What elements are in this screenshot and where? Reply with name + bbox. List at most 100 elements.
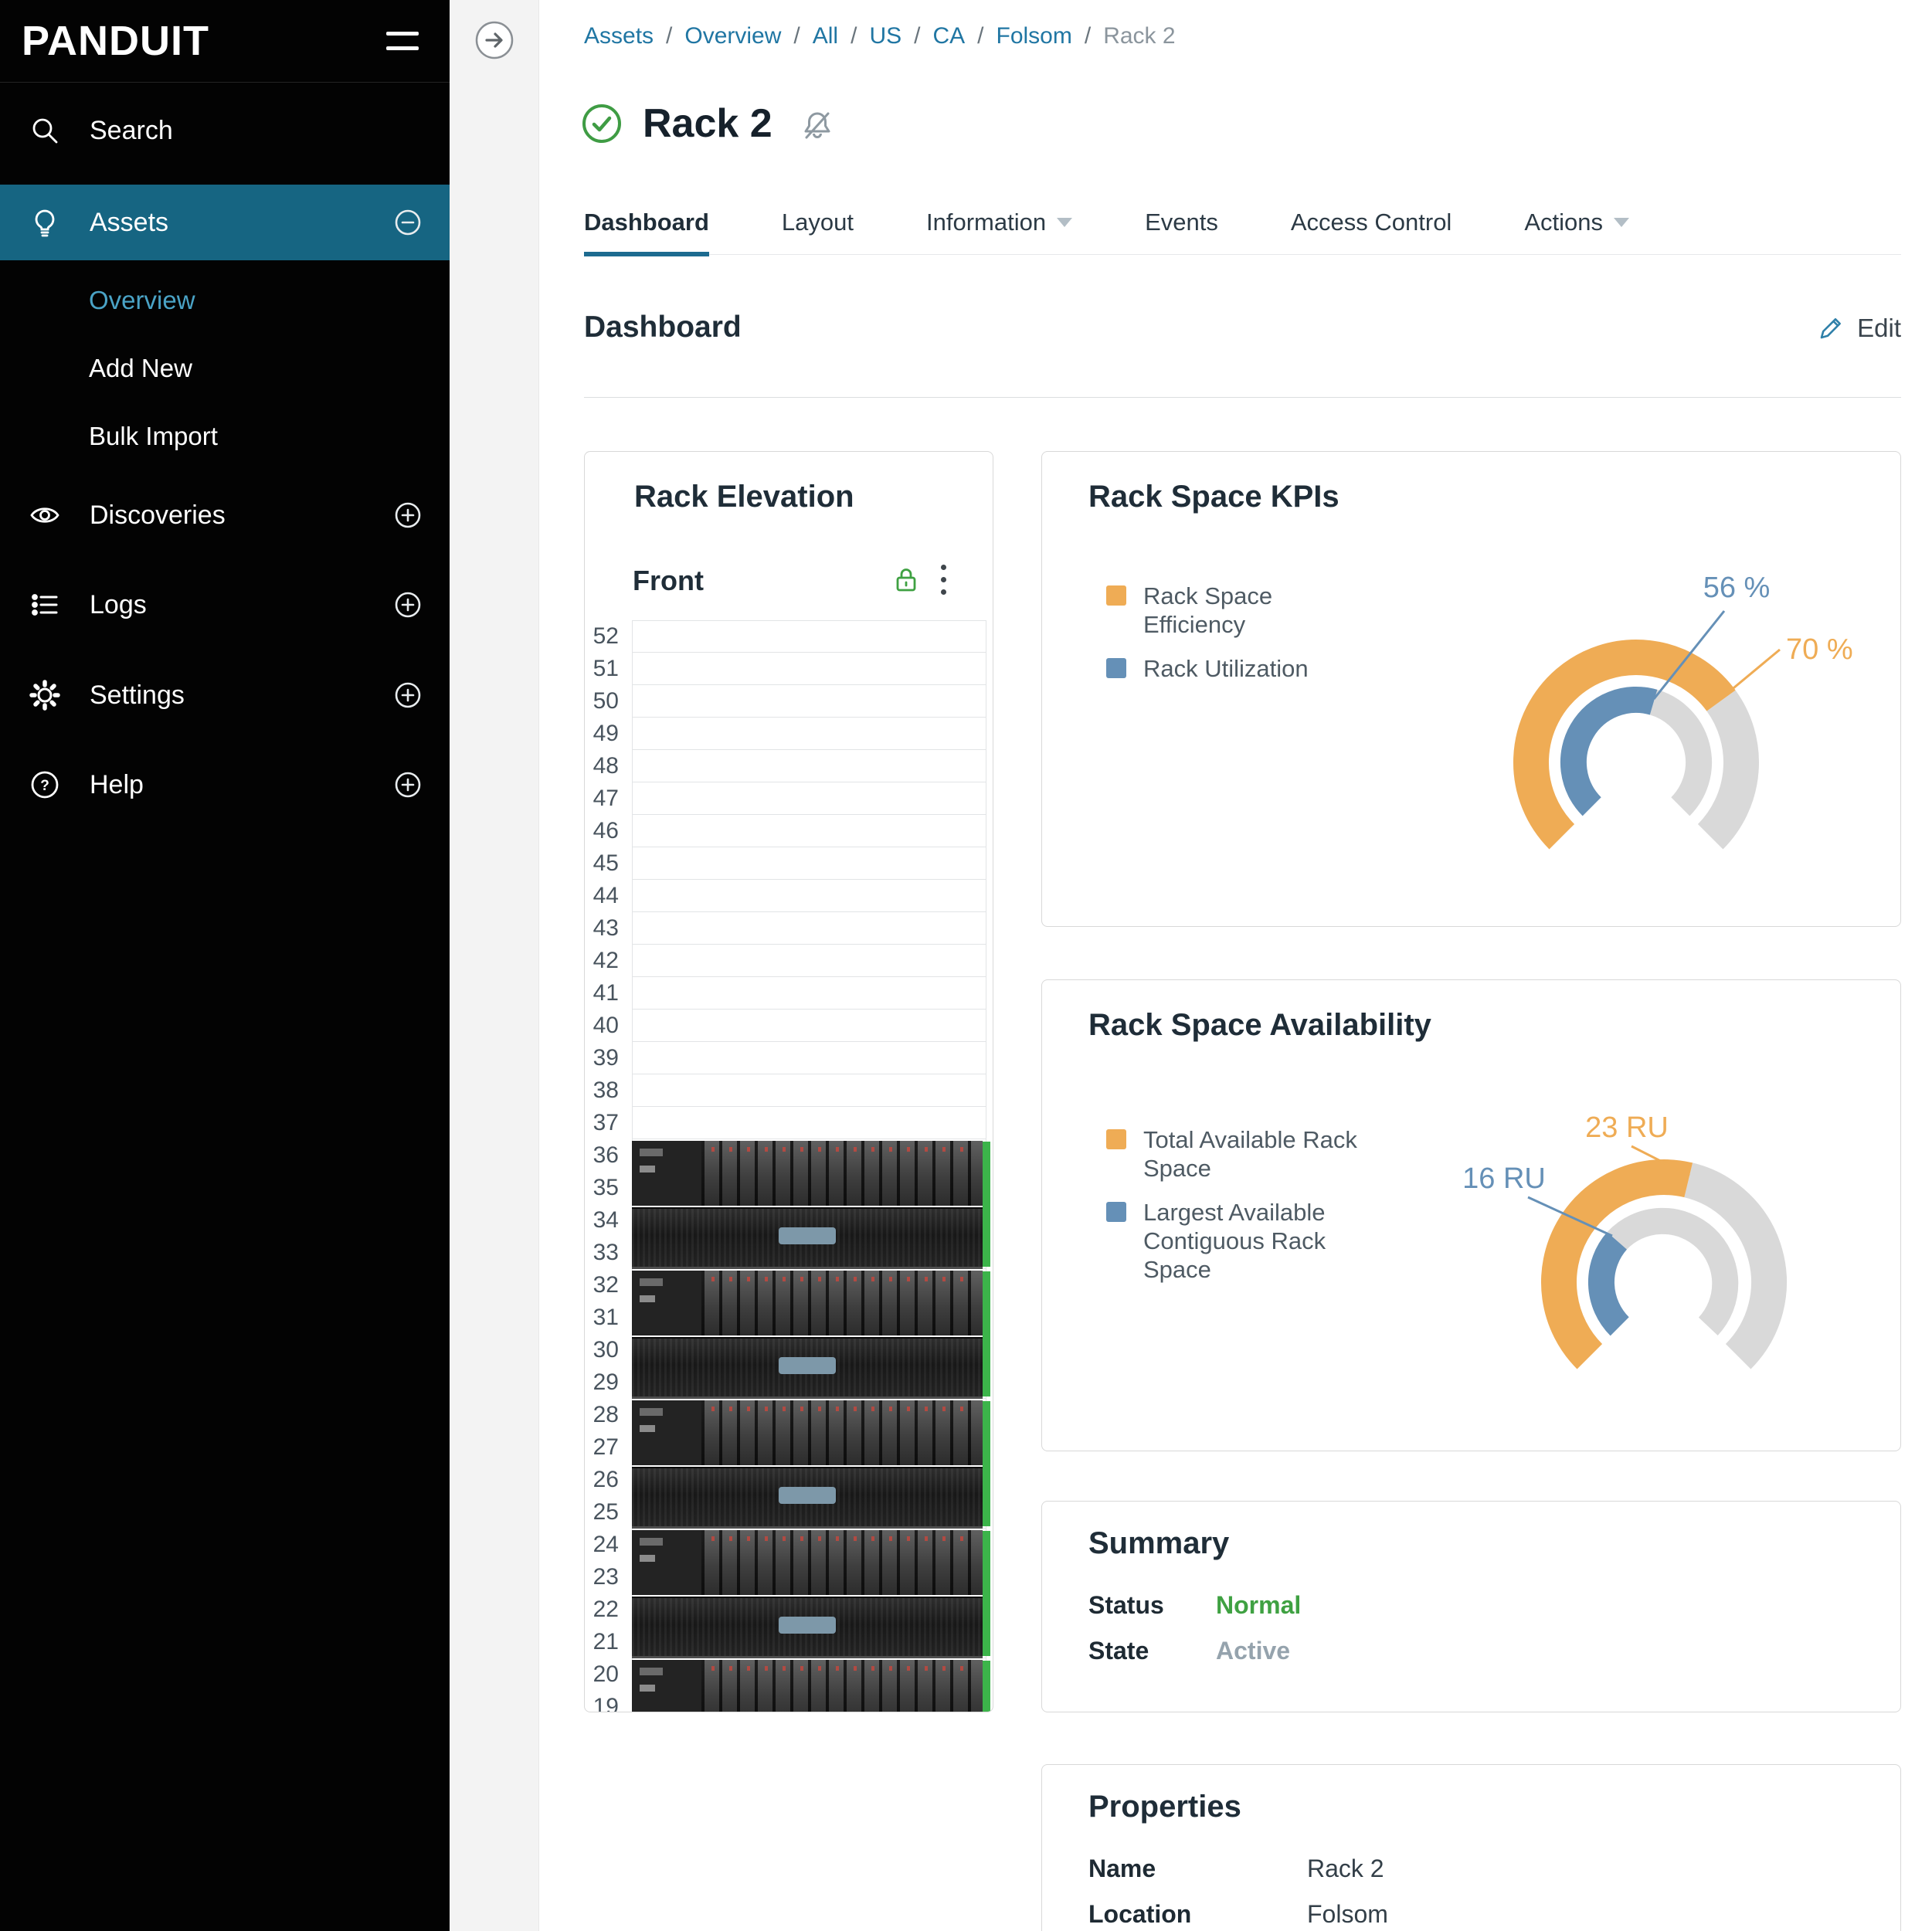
edit-label: Edit [1857, 314, 1901, 343]
server-status-strip [983, 1661, 990, 1712]
ru-number: 51 [585, 653, 623, 685]
server-unit-ru24[interactable] [632, 1529, 990, 1658]
legend-swatch-orange [1106, 1129, 1126, 1149]
ru-number: 39 [585, 1042, 623, 1074]
breadcrumb-link-all[interactable]: All [813, 23, 838, 49]
breadcrumb-separator: / [914, 23, 920, 49]
ru-number: 21 [585, 1626, 623, 1658]
server-status-strip [983, 1142, 990, 1267]
sidebar: PANDUIT Search Assets Overview Add New B… [0, 0, 450, 1931]
rack-space-kpis-gauge: 56 % 70 % [1404, 546, 1874, 917]
ru-number: 50 [585, 685, 623, 718]
location-value: Folsom [1307, 1902, 1388, 1927]
ru-number: 46 [585, 815, 623, 847]
legend-swatch-blue [1106, 658, 1126, 678]
legend-row: Largest Available Contiguous Rack Space [1106, 1198, 1375, 1284]
summary-row-state: State Active [1088, 1638, 1301, 1664]
rack-space-kpis-card: Rack Space KPIs Rack Space Efficiency Ra… [1041, 451, 1901, 927]
server-unit-ru32[interactable] [632, 1269, 990, 1399]
card-title: Summary [1088, 1526, 1229, 1561]
server-bezel [632, 1467, 983, 1529]
breadcrumb-link-ca[interactable]: CA [932, 23, 965, 49]
rack-space-kpis-gauge-outer-label: 70 % [1786, 633, 1853, 666]
expand-circle-icon[interactable] [392, 680, 423, 711]
server-unit-ru20[interactable] [632, 1658, 990, 1712]
help-icon: ? [29, 769, 60, 800]
breadcrumb-link-folsom[interactable]: Folsom [997, 23, 1072, 49]
sidebar-item-search[interactable]: Search [0, 97, 450, 165]
tab-events[interactable]: Events [1145, 190, 1218, 254]
sidebar-item-help[interactable]: ? Help [0, 751, 450, 819]
ru-number: 27 [585, 1431, 623, 1464]
server-status-strip [983, 1401, 990, 1526]
server-unit-ru28[interactable] [632, 1399, 990, 1529]
ru-number: 24 [585, 1529, 623, 1561]
sidebar-subitem-add-new[interactable]: Add New [0, 334, 450, 402]
kebab-menu-icon[interactable] [939, 565, 948, 595]
breadcrumb-separator: / [977, 23, 983, 49]
chevron-down-icon [1614, 218, 1629, 227]
bell-muted-icon[interactable] [800, 108, 834, 142]
section-title: Dashboard [584, 311, 742, 344]
expand-circle-icon[interactable] [392, 769, 423, 800]
ru-number: 19 [585, 1691, 623, 1712]
ru-number: 23 [585, 1561, 623, 1593]
sidebar-subitem-bulk-import[interactable]: Bulk Import [0, 402, 450, 470]
sidebar-item-label: Search [90, 116, 173, 146]
tab-layout[interactable]: Layout [782, 190, 854, 254]
row-label: State [1088, 1638, 1216, 1664]
expand-circle-icon[interactable] [392, 589, 423, 620]
tab-dashboard[interactable]: Dashboard [584, 190, 709, 254]
legend-swatch-orange [1106, 585, 1126, 606]
rack-space-kpis-gauge-inner-label: 56 % [1703, 572, 1771, 604]
ru-number: 29 [585, 1366, 623, 1399]
server-control-panel [632, 1141, 701, 1206]
sidebar-item-discoveries[interactable]: Discoveries [0, 481, 450, 549]
row-label: Name [1088, 1856, 1307, 1882]
edit-button[interactable]: Edit [1817, 314, 1901, 343]
hamburger-menu-icon[interactable] [386, 32, 419, 50]
rack-servers-layer [632, 620, 990, 1712]
ru-number: 45 [585, 847, 623, 880]
sidebar-item-logs[interactable]: Logs [0, 571, 450, 639]
sidebar-item-assets[interactable]: Assets [0, 185, 450, 260]
rack-elevation-card: Rack Elevation Front 5251504948474645444… [584, 451, 993, 1712]
page-title: Rack 2 [643, 100, 772, 147]
ru-number: 47 [585, 782, 623, 815]
rack-view-label: Front [633, 565, 704, 597]
kpis-legend: Rack Space Efficiency Rack Utilization [1106, 582, 1375, 698]
ru-number: 26 [585, 1464, 623, 1496]
rack-space-availability-gauge: 23 RU 16 RU [1432, 1066, 1901, 1437]
legend-swatch-blue [1106, 1202, 1126, 1222]
breadcrumb-link-us[interactable]: US [869, 23, 901, 49]
rack-space-availability-gauge-outer-label: 23 RU [1585, 1111, 1669, 1144]
lock-icon[interactable] [892, 566, 920, 594]
legend-row: Total Available Rack Space [1106, 1125, 1375, 1183]
search-icon [29, 115, 60, 146]
ru-number: 32 [585, 1269, 623, 1301]
expand-circle-icon[interactable] [392, 500, 423, 531]
collapse-circle-icon[interactable] [392, 207, 423, 238]
breadcrumb-link-assets[interactable]: Assets [584, 23, 654, 49]
tab-label: Actions [1524, 209, 1603, 236]
breadcrumb-separator: / [793, 23, 800, 49]
breadcrumb-current: Rack 2 [1103, 23, 1175, 49]
subitem-label: Add New [89, 354, 192, 383]
sidebar-subitem-overview[interactable]: Overview [0, 266, 450, 334]
server-unit-ru36[interactable] [632, 1139, 990, 1269]
ru-number: 36 [585, 1139, 623, 1172]
ru-number: 40 [585, 1010, 623, 1042]
tab-information[interactable]: Information [926, 190, 1072, 254]
rack-space-availability-gauge-inner-label: 16 RU [1462, 1162, 1546, 1195]
breadcrumb-link-overview[interactable]: Overview [684, 23, 781, 49]
sidebar-item-settings[interactable]: Settings [0, 661, 450, 729]
sidebar-item-label: Discoveries [90, 501, 226, 531]
expand-arrow-button[interactable] [474, 20, 514, 60]
tab-access-control[interactable]: Access Control [1291, 190, 1452, 254]
properties-card: Properties Name Rack 2 Location Folsom [1041, 1764, 1901, 1931]
tab-actions[interactable]: Actions [1524, 190, 1629, 254]
tab-label: Layout [782, 209, 854, 236]
breadcrumb-separator: / [1085, 23, 1091, 49]
ru-number: 41 [585, 977, 623, 1010]
ru-number: 37 [585, 1107, 623, 1139]
